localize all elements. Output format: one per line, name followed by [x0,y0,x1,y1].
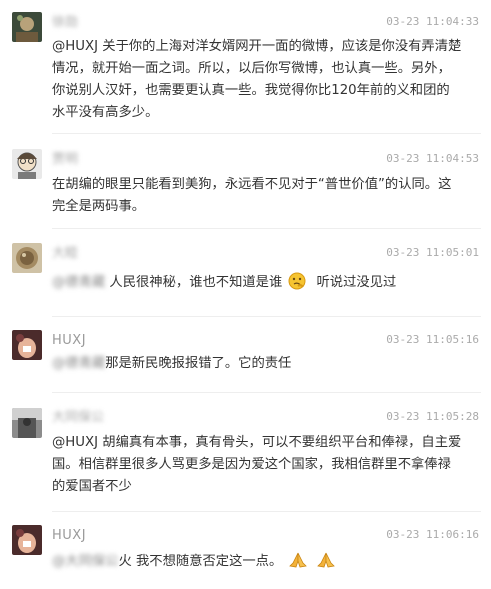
avatar[interactable] [12,330,42,360]
avatar[interactable] [12,149,42,179]
comment-text: @德青藏 人民很神秘，谁也不知道是谁 听说过没见过 [52,272,462,298]
thinking-face-icon [288,272,306,298]
praying-hands-icon [288,551,308,577]
comment-body: 人民很神秘，谁也不知道是谁 [105,275,283,290]
comment-body: 火 我不想随意否定这一点。 [118,554,283,569]
comment-text: @大同保公火 我不想随意否定这一点。 [52,551,462,577]
divider [52,228,481,229]
avatar[interactable] [12,243,42,273]
comment-body: 那是新民晚报报错了。它的责任 [105,356,292,371]
username[interactable]: 大睦 [52,246,78,262]
timestamp: 03-23 11:05:16 [386,333,479,346]
mention-link[interactable]: @德青藏 [52,275,105,290]
divider [52,392,481,393]
comment-text: @HUXJ 关于你的上海对洋女婿网开一面的微博，应该是你没有弄清楚情况，就开始一… [52,39,462,120]
avatar[interactable] [12,408,42,438]
comment-body-after: 听说过没见过 [312,275,397,290]
username[interactable]: HUXJ [52,333,86,349]
mention-link[interactable]: @德青藏 [52,356,105,371]
avatar[interactable] [12,525,42,555]
timestamp: 03-23 11:04:33 [386,15,479,28]
timestamp: 03-23 11:04:53 [386,152,479,165]
avatar[interactable] [12,12,42,42]
username[interactable]: 大同保公 [52,410,104,426]
praying-hands-icon [316,551,336,577]
username[interactable]: 贾明 [52,152,78,168]
divider [52,511,481,512]
username[interactable]: 徐勋 [52,15,78,31]
timestamp: 03-23 11:06:16 [386,528,479,541]
divider [52,133,481,134]
comment-text: @HUXJ 胡编真有本事，真有骨头，可以不要组织平台和俸禄，自主爱国。相信群里很… [52,435,462,494]
comment-text: 在胡编的眼里只能看到美狗，永远看不见对于“普世价值”的认同。这完全是两码事。 [52,177,452,214]
timestamp: 03-23 11:05:01 [386,246,479,259]
username[interactable]: HUXJ [52,528,86,544]
divider [52,316,481,317]
timestamp: 03-23 11:05:28 [386,410,479,423]
mention-link[interactable]: @大同保公 [52,554,118,569]
comment-text: @德青藏那是新民晚报报错了。它的责任 [52,353,462,375]
